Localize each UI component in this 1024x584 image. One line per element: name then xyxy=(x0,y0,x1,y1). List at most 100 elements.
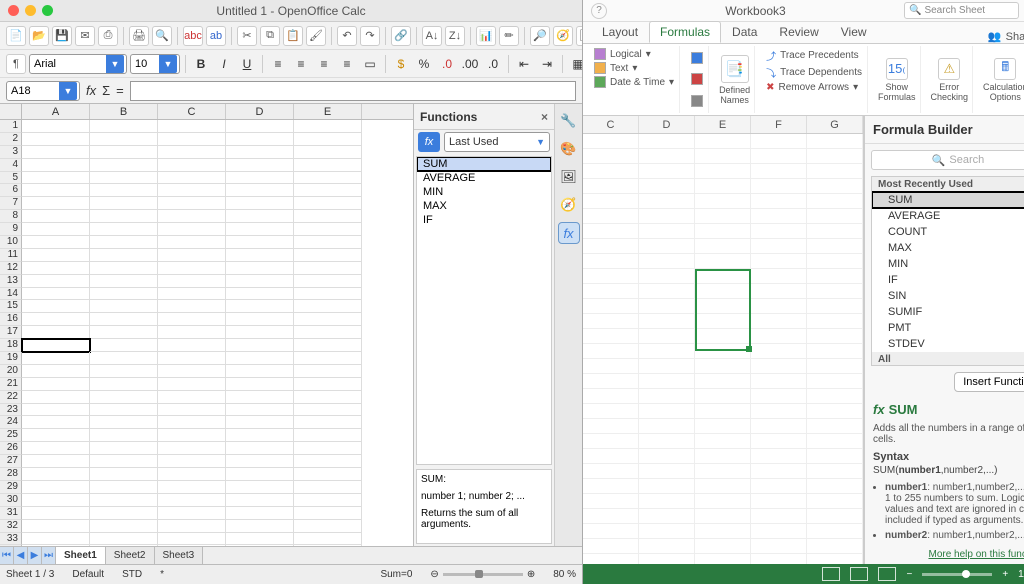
cell[interactable] xyxy=(294,481,362,494)
cell[interactable] xyxy=(639,389,695,404)
row-header[interactable]: 21 xyxy=(0,378,22,391)
navigator-panel-icon[interactable]: 🧭 xyxy=(558,194,580,216)
row-header[interactable]: 19 xyxy=(0,352,22,365)
cell[interactable] xyxy=(583,509,639,524)
open-icon[interactable]: 📂 xyxy=(29,26,49,46)
cell[interactable] xyxy=(807,134,863,149)
cell[interactable] xyxy=(751,554,807,564)
cell[interactable] xyxy=(751,329,807,344)
redo-icon[interactable]: ↷ xyxy=(360,26,380,46)
cell-reference-input[interactable] xyxy=(7,81,59,101)
cell[interactable] xyxy=(294,197,362,210)
ribbon-tab[interactable]: Data xyxy=(721,21,768,43)
cell[interactable] xyxy=(807,194,863,209)
row-header[interactable]: 33 xyxy=(0,533,22,546)
cell[interactable] xyxy=(226,197,294,210)
styles-panel-icon[interactable]: 🎨 xyxy=(558,138,580,160)
properties-icon[interactable]: 🔧 xyxy=(558,110,580,132)
cell[interactable] xyxy=(22,507,90,520)
cell[interactable] xyxy=(90,481,158,494)
cell[interactable] xyxy=(158,172,226,185)
cell[interactable] xyxy=(294,416,362,429)
cell[interactable] xyxy=(158,468,226,481)
cell[interactable] xyxy=(158,210,226,223)
cell[interactable] xyxy=(90,352,158,365)
cell[interactable] xyxy=(807,359,863,374)
cell[interactable] xyxy=(294,429,362,442)
insert-function-button[interactable]: Insert Function xyxy=(954,372,1024,392)
cell[interactable] xyxy=(751,419,807,434)
sheet-tab[interactable]: Sheet2 xyxy=(106,547,155,564)
cell[interactable] xyxy=(22,378,90,391)
cell[interactable] xyxy=(807,434,863,449)
column-header[interactable]: C xyxy=(158,104,226,119)
cell[interactable] xyxy=(226,339,294,352)
cell[interactable] xyxy=(158,159,226,172)
cell[interactable] xyxy=(695,434,751,449)
cell[interactable] xyxy=(751,299,807,314)
pdf-icon[interactable]: ⎙ xyxy=(98,26,118,46)
cell[interactable] xyxy=(583,164,639,179)
row-header[interactable]: 23 xyxy=(0,404,22,417)
cell[interactable] xyxy=(583,149,639,164)
cell[interactable] xyxy=(158,378,226,391)
cell[interactable] xyxy=(751,134,807,149)
cell[interactable] xyxy=(22,339,90,352)
row-header[interactable]: 34 xyxy=(0,545,22,546)
cell[interactable] xyxy=(751,344,807,359)
cell[interactable] xyxy=(639,449,695,464)
zoom-in-icon[interactable]: + xyxy=(1002,569,1008,580)
row-header[interactable]: 1 xyxy=(0,120,22,133)
equals-icon[interactable]: = xyxy=(116,83,124,98)
cell[interactable] xyxy=(639,149,695,164)
cell[interactable] xyxy=(639,164,695,179)
cell[interactable] xyxy=(294,262,362,275)
sheet-tab[interactable]: Sheet1 xyxy=(56,547,106,564)
remove-decimal-icon[interactable]: .0 xyxy=(483,54,503,74)
cell[interactable] xyxy=(226,494,294,507)
row-header[interactable]: 20 xyxy=(0,365,22,378)
remove-arrows-button[interactable]: ✖ Remove Arrows ▾ xyxy=(766,82,862,93)
fx-icon[interactable]: fx xyxy=(418,132,440,152)
cell[interactable] xyxy=(158,300,226,313)
cell[interactable] xyxy=(22,159,90,172)
cell[interactable] xyxy=(294,236,362,249)
column-header[interactable]: E xyxy=(294,104,362,119)
cell[interactable] xyxy=(807,224,863,239)
cell[interactable] xyxy=(294,455,362,468)
align-left-icon[interactable]: ≡ xyxy=(268,54,288,74)
paste-icon[interactable]: 📋 xyxy=(283,26,303,46)
cell[interactable] xyxy=(226,133,294,146)
cell[interactable] xyxy=(90,468,158,481)
cell[interactable] xyxy=(226,352,294,365)
cell[interactable] xyxy=(695,374,751,389)
cell[interactable] xyxy=(226,507,294,520)
cell[interactable] xyxy=(639,254,695,269)
cell[interactable] xyxy=(22,468,90,481)
cell[interactable] xyxy=(90,404,158,417)
cell[interactable] xyxy=(226,172,294,185)
cell[interactable] xyxy=(226,429,294,442)
formula-input[interactable] xyxy=(130,81,576,101)
cell[interactable] xyxy=(226,275,294,288)
cell[interactable] xyxy=(22,313,90,326)
cell[interactable] xyxy=(695,494,751,509)
font-size-combo[interactable]: ▼ xyxy=(130,54,180,74)
cell[interactable] xyxy=(294,468,362,481)
cell[interactable] xyxy=(22,223,90,236)
font-name-combo[interactable]: ▼ xyxy=(29,54,127,74)
cell[interactable] xyxy=(158,197,226,210)
cell[interactable] xyxy=(158,339,226,352)
function-wizard-icon[interactable]: fx xyxy=(86,83,96,98)
text-menu[interactable]: Text ▾ xyxy=(594,62,674,74)
cell[interactable] xyxy=(639,299,695,314)
cell[interactable] xyxy=(695,194,751,209)
cell[interactable] xyxy=(22,133,90,146)
cell[interactable] xyxy=(294,326,362,339)
row-header[interactable]: 26 xyxy=(0,442,22,455)
cell[interactable] xyxy=(807,509,863,524)
cell[interactable] xyxy=(751,404,807,419)
cell[interactable] xyxy=(639,524,695,539)
cell[interactable] xyxy=(695,269,751,284)
cell[interactable] xyxy=(90,429,158,442)
